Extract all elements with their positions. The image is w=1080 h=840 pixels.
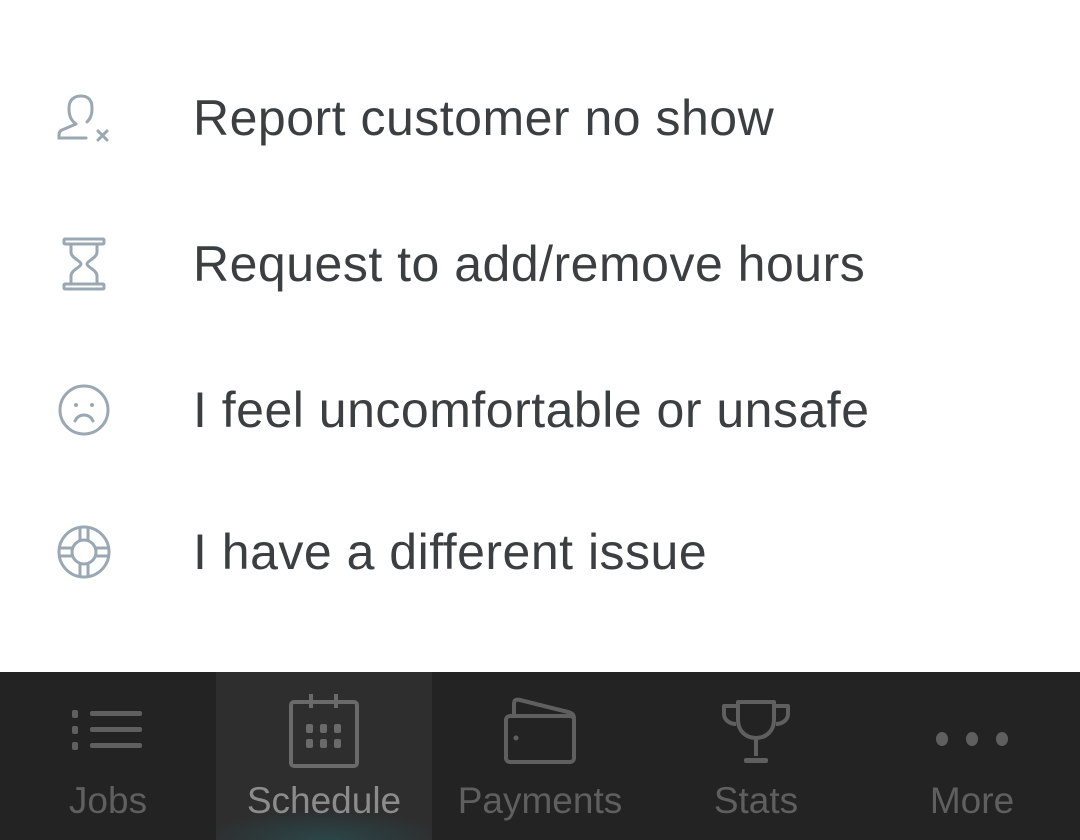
lifebuoy-icon <box>57 525 111 579</box>
menu-item-uncomfortable-unsafe[interactable]: I feel uncomfortable or unsafe <box>0 350 1080 470</box>
tab-more[interactable]: More <box>864 672 1080 840</box>
sad-face-icon <box>58 384 110 436</box>
trophy-icon <box>722 700 790 763</box>
wallet-icon <box>504 697 576 764</box>
menu-item-label: Request to add/remove hours <box>193 236 866 292</box>
tab-schedule[interactable]: Schedule <box>216 672 432 840</box>
tab-label: Jobs <box>68 780 148 821</box>
list-icon <box>72 710 142 750</box>
tab-stats[interactable]: Stats <box>648 672 864 840</box>
hourglass-icon <box>62 237 106 291</box>
tab-label: Stats <box>713 780 799 821</box>
menu-item-label: Report customer no show <box>193 90 775 146</box>
menu-item-different-issue[interactable]: I have a different issue <box>0 492 1080 612</box>
menu-item-label: I have a different issue <box>193 524 708 580</box>
tab-jobs[interactable]: Jobs <box>0 672 216 840</box>
tab-payments[interactable]: Payments <box>432 672 648 840</box>
tab-label: More <box>929 780 1015 821</box>
calendar-icon <box>289 694 359 768</box>
more-dots-icon <box>936 732 1008 746</box>
tab-label: Payments <box>457 780 623 821</box>
menu-item-add-remove-hours[interactable]: Request to add/remove hours <box>0 204 1080 324</box>
menu-item-customer-no-show[interactable]: Report customer no show <box>0 58 1080 178</box>
user-x-icon <box>57 94 109 142</box>
bottom-tab-bar: Jobs Schedule Payments Stats More <box>0 672 1080 840</box>
menu-item-label: I feel uncomfortable or unsafe <box>193 382 870 438</box>
tab-label: Schedule <box>246 780 402 821</box>
